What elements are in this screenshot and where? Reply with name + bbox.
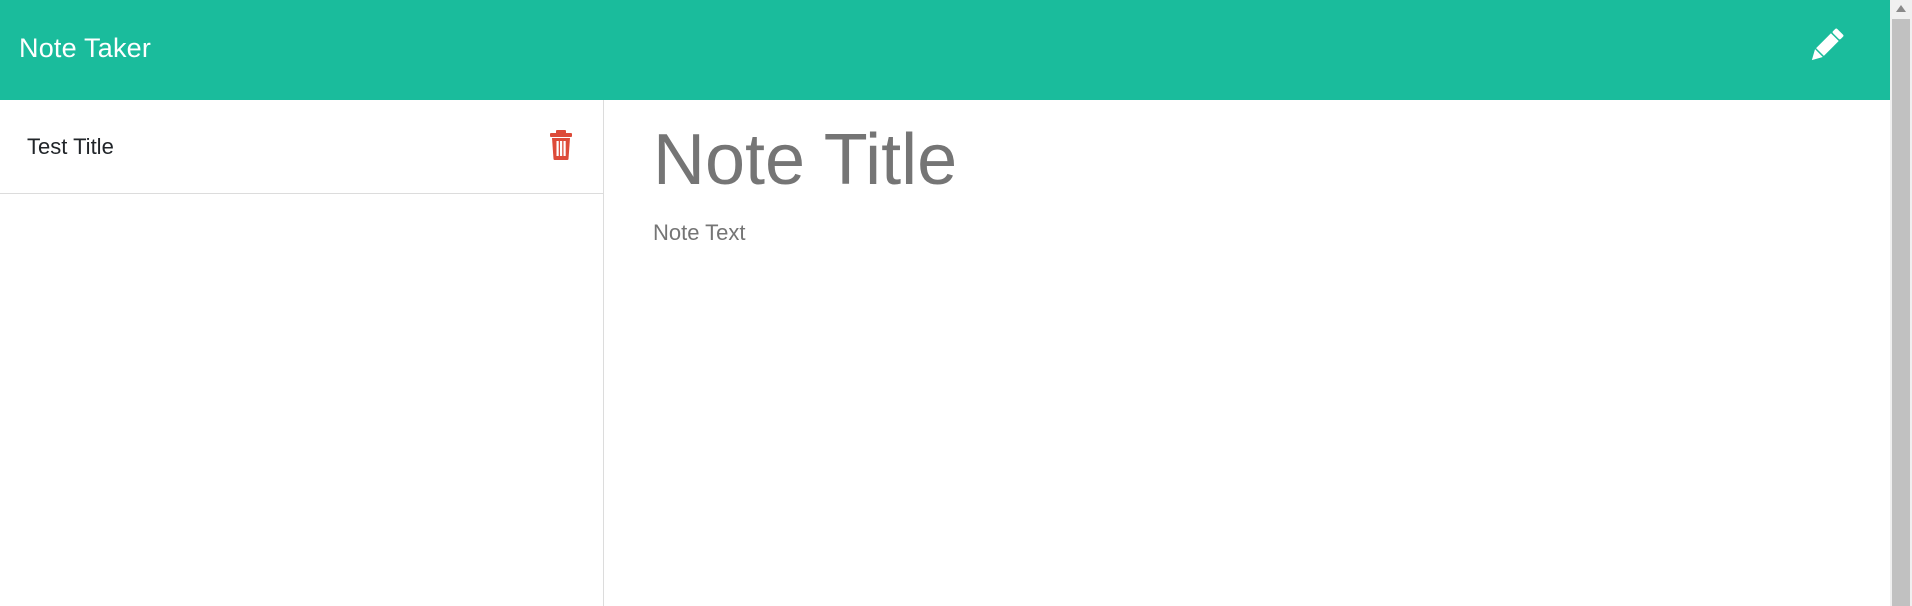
delete-note-button[interactable] bbox=[547, 129, 575, 161]
navbar: Note Taker bbox=[0, 0, 1890, 100]
note-editor bbox=[604, 100, 1890, 606]
new-note-button[interactable] bbox=[1804, 24, 1848, 68]
note-text-input[interactable] bbox=[653, 219, 1803, 559]
note-list: Test Title bbox=[0, 100, 604, 606]
scrollbar-thumb[interactable] bbox=[1892, 19, 1910, 606]
vertical-scrollbar[interactable] bbox=[1890, 0, 1912, 606]
note-list-item[interactable]: Test Title bbox=[0, 100, 603, 194]
note-title-input[interactable] bbox=[653, 118, 1803, 202]
scroll-up-button[interactable] bbox=[1890, 0, 1912, 18]
note-taker-page: Note Taker Test Title bbox=[0, 0, 1912, 606]
brand-title[interactable]: Note Taker bbox=[19, 32, 151, 64]
pencil-icon bbox=[1811, 28, 1844, 61]
trash-icon bbox=[550, 130, 572, 160]
chevron-up-icon bbox=[1896, 5, 1906, 12]
note-list-item-title[interactable]: Test Title bbox=[27, 133, 114, 161]
